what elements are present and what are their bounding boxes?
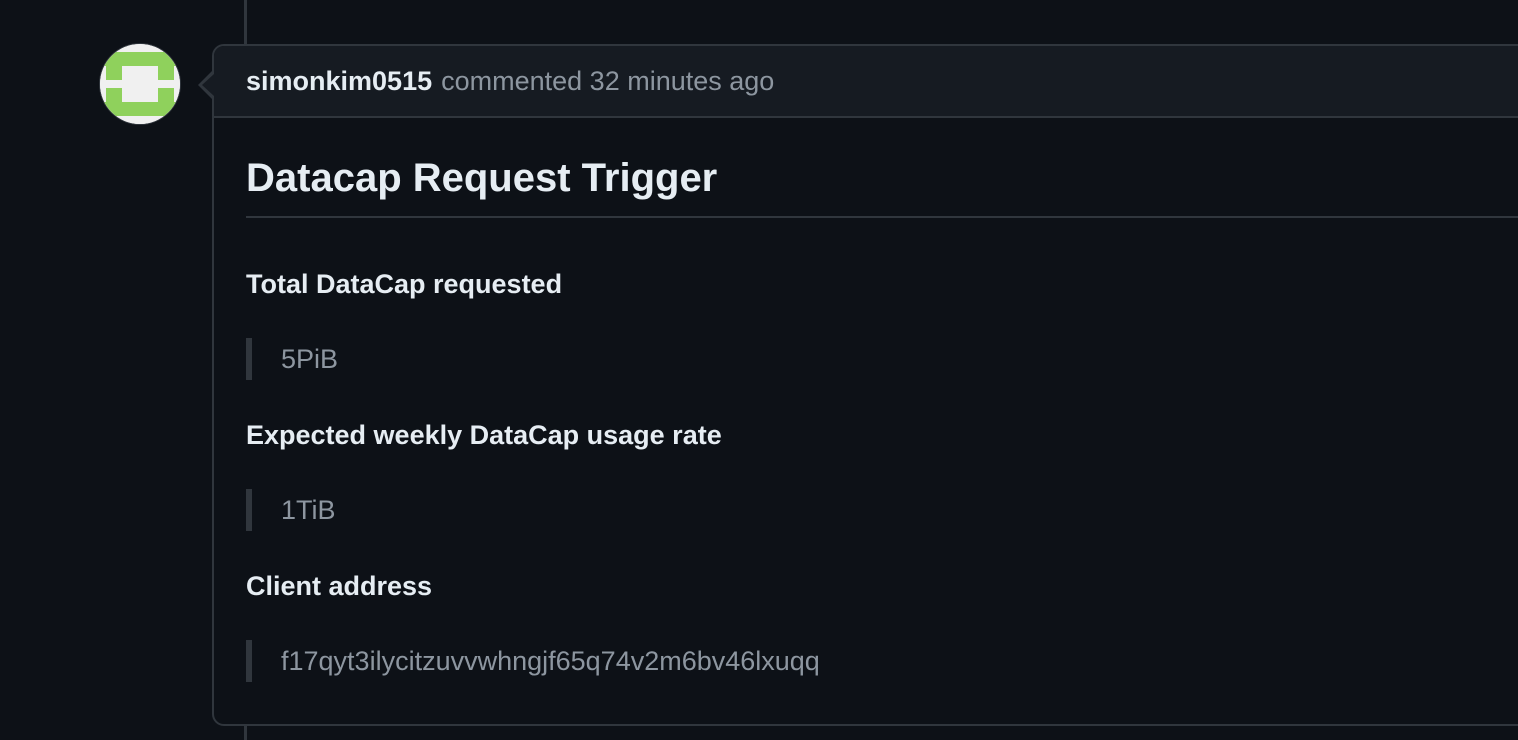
author-avatar[interactable] <box>100 44 180 124</box>
field-label-total-datacap: Total DataCap requested <box>246 269 563 299</box>
comment-pointer-fill <box>202 74 214 96</box>
identicon-avatar-icon <box>100 44 180 124</box>
field-label-client-address: Client address <box>246 571 433 601</box>
comment-body: Datacap Request Trigger Total DataCap re… <box>214 118 1518 682</box>
field-value-total-datacap: 5PiB <box>246 338 1518 380</box>
comment-timestamp[interactable]: commented 32 minutes ago <box>441 66 774 97</box>
field-value-weekly-usage: 1TiB <box>246 489 1518 531</box>
comment-box: simonkim0515 commented 32 minutes ago Da… <box>212 44 1518 726</box>
comment-header: simonkim0515 commented 32 minutes ago <box>214 46 1518 118</box>
timeline: simonkim0515 commented 32 minutes ago Da… <box>0 0 1518 740</box>
comment-author-link[interactable]: simonkim0515 <box>246 66 432 97</box>
field-value-client-address: f17qyt3ilycitzuvvwhngjf65q74v2m6bv46lxuq… <box>246 640 1518 682</box>
comment-title: Datacap Request Trigger <box>246 118 1518 218</box>
field-label-weekly-usage: Expected weekly DataCap usage rate <box>246 420 722 450</box>
